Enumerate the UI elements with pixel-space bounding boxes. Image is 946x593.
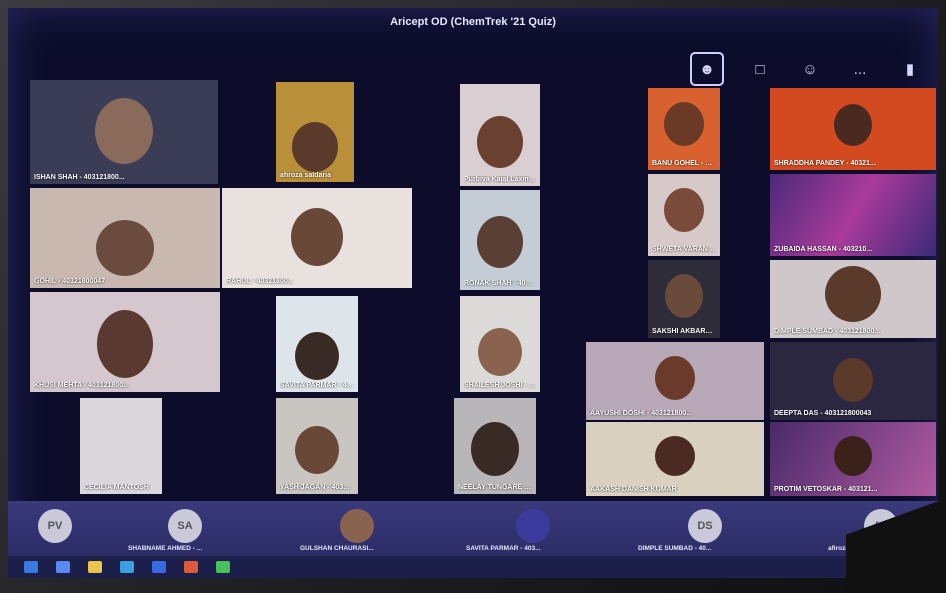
tile-name: CECILIA MANTOSH	[84, 484, 149, 491]
participant-video	[655, 436, 695, 476]
participants-icon[interactable]: ☻	[690, 52, 724, 86]
participant-card[interactable]: SAVITA PARMAR - 403...	[456, 501, 606, 556]
tile-name: DIMPLE SUMBAD - 403121800...	[774, 328, 881, 335]
video-tile[interactable]: GOHIL - 40321800047	[30, 188, 220, 288]
video-tile[interactable]: SHAILESH JOSHI - 40321218...	[460, 296, 540, 392]
folder-icon[interactable]	[88, 561, 102, 573]
tile-name: ISHAN SHAH - 403121800...	[34, 174, 125, 181]
start-icon[interactable]	[24, 561, 38, 573]
participant-name: DIMPLE SUMBAD - 40...	[638, 545, 712, 552]
participant-video	[97, 310, 153, 378]
tile-name: SAKSHI AKBARALI - 403121...	[652, 328, 716, 335]
participant-card[interactable]: GULSHAN CHAURASI...	[290, 501, 440, 556]
participant-card[interactable]: SA SHABNAME AHMED - ...	[118, 501, 278, 556]
participant-video	[478, 328, 522, 376]
video-tile[interactable]: KHUSI MEHTA - 403121800...	[30, 292, 220, 392]
avatar	[516, 509, 550, 543]
camera-icon[interactable]: ▮	[896, 55, 924, 83]
video-tile[interactable]: AAYUSHI DOSHI - 403121800...	[586, 342, 764, 420]
participant-card[interactable]: DS DIMPLE SUMBAD - 40...	[628, 501, 778, 556]
video-tile[interactable]: DEEPTA DAS - 403121800043	[770, 342, 936, 420]
tile-name: BANU GOHEL - 40321800...	[652, 160, 716, 167]
tile-name: RAHUL - 40321800...	[226, 278, 294, 285]
tile-name: afiroza saldaria	[280, 172, 331, 179]
video-tile[interactable]: ISHAN SHAH - 403121800...	[30, 80, 218, 184]
participant-name: SHABNAME AHMED - ...	[128, 545, 203, 552]
participant-video	[291, 208, 343, 266]
video-tile[interactable]: SHRADDHA PANDEY - 40321...	[770, 88, 936, 170]
tile-name: SAVITA PARMAR - 403121800...	[280, 382, 354, 389]
chat-icon[interactable]: □	[746, 55, 774, 83]
meeting-toolbar: ☻ □ ☺ ... ▮	[690, 52, 924, 86]
video-tile[interactable]: afiroza saldaria	[276, 82, 354, 182]
participant-video	[471, 422, 519, 476]
video-tile[interactable]: CECILIA MANTOSH	[80, 398, 162, 494]
participant-video	[477, 216, 523, 268]
chrome-icon[interactable]	[216, 561, 230, 573]
video-tile[interactable]: SAVITA PARMAR - 403121800...	[276, 296, 358, 392]
participant-video	[655, 356, 695, 400]
participant-video	[295, 332, 339, 380]
avatar: PV	[38, 509, 72, 543]
participant-video	[292, 122, 338, 172]
tile-name: Purbiya Kajal Laxman	[464, 176, 536, 183]
tile-name: NEELAY TUNGARE - 4031219...	[458, 484, 532, 491]
tile-name: AAYUSHI DOSHI - 403121800...	[590, 410, 693, 417]
participant-video	[477, 116, 523, 168]
video-tile[interactable]: NEELAY TUNGARE - 4031219...	[454, 398, 536, 494]
tile-name: SHWETA VARAN - 403121800241	[652, 246, 716, 253]
participant-video	[833, 358, 873, 402]
tile-name: YASH JAGAN - 403121800487	[280, 484, 354, 491]
photo-corner-shadow	[846, 440, 946, 593]
video-tile[interactable]: DIMPLE SUMBAD - 403121800...	[770, 260, 936, 338]
participant-video	[295, 426, 339, 474]
participant-strip: PV SA SHABNAME AHMED - ... GULSHAN CHAUR…	[8, 501, 938, 556]
participant-video	[665, 274, 703, 318]
participant-video	[664, 102, 704, 146]
participant-video	[834, 104, 872, 146]
reactions-icon[interactable]: ☺	[796, 55, 824, 83]
search-icon[interactable]	[56, 561, 70, 573]
tile-name: SHAILESH JOSHI - 40321218...	[464, 382, 536, 389]
mail-icon[interactable]	[152, 561, 166, 573]
tile-name: SHRADDHA PANDEY - 40321...	[774, 160, 876, 167]
video-tile[interactable]: SAKSHI AKBARALI - 403121...	[648, 260, 720, 338]
participant-card[interactable]: PV	[28, 501, 118, 556]
avatar: SA	[168, 509, 202, 543]
video-tile[interactable]: Purbiya Kajal Laxman	[460, 84, 540, 186]
tile-name: RONAK SHAH - 403121800230	[464, 280, 536, 287]
participant-video	[825, 266, 881, 322]
avatar	[340, 509, 374, 543]
meeting-window: ISHAN SHAH - 403121800... GOHIL - 403218…	[8, 8, 938, 578]
video-tile[interactable]: AAKASH DANISH KUMAR	[586, 422, 764, 496]
os-taskbar	[8, 556, 938, 578]
window-title: Aricept OD (ChemTrek '21 Quiz)	[390, 16, 556, 28]
video-tile[interactable]: ZUBAIDA HASSAN - 403210...	[770, 174, 936, 256]
participant-name: SAVITA PARMAR - 403...	[466, 545, 541, 552]
participant-video	[95, 98, 153, 164]
participant-video	[664, 188, 704, 232]
video-tile[interactable]: SHWETA VARAN - 403121800241	[648, 174, 720, 256]
browser-icon[interactable]	[120, 561, 134, 573]
tile-name: DEEPTA DAS - 403121800043	[774, 410, 872, 417]
participant-video	[96, 220, 154, 276]
more-icon[interactable]: ...	[846, 55, 874, 83]
app-icon[interactable]	[184, 561, 198, 573]
tile-name: ZUBAIDA HASSAN - 403210...	[774, 246, 873, 253]
video-tile[interactable]: RONAK SHAH - 403121800230	[460, 190, 540, 290]
participant-name: GULSHAN CHAURASI...	[300, 545, 374, 552]
video-tile[interactable]: BANU GOHEL - 40321800...	[648, 88, 720, 170]
tile-name: AAKASH DANISH KUMAR	[590, 486, 677, 493]
video-tile[interactable]: YASH JAGAN - 403121800487	[276, 398, 358, 494]
tile-name: KHUSI MEHTA - 403121800...	[34, 382, 129, 389]
video-tile[interactable]: RAHUL - 40321800...	[222, 188, 412, 288]
avatar: DS	[688, 509, 722, 543]
tile-name: GOHIL - 40321800047	[34, 278, 106, 285]
